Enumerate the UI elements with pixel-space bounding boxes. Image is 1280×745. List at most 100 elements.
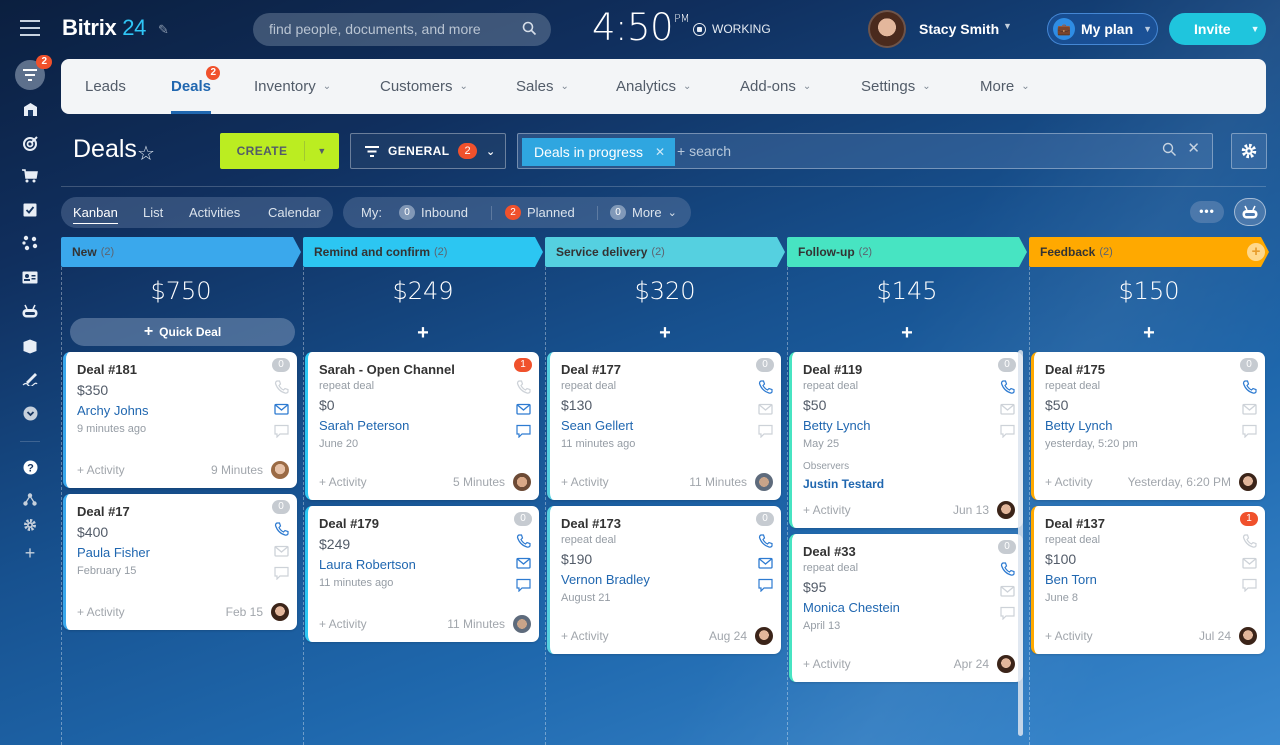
column-header[interactable]: Follow-up (2) xyxy=(787,237,1027,267)
deal-card[interactable]: Deal #175 0 repeat deal $50 Betty Lynch yeste… xyxy=(1031,352,1265,500)
rail-item-inventory[interactable] xyxy=(15,331,45,361)
deal-title[interactable]: Deal #177 xyxy=(561,362,621,377)
filter-search-input[interactable]: Deals in progress ✕ + search ✕ xyxy=(517,133,1213,169)
responsible-avatar[interactable] xyxy=(271,461,289,479)
pencil-icon[interactable]: ✎ xyxy=(158,22,169,38)
add-activity-link[interactable]: + Activity xyxy=(77,463,211,477)
my-plan-button[interactable]: 💼 My plan ▼ xyxy=(1047,13,1158,45)
responsible-avatar[interactable] xyxy=(997,501,1015,519)
responsible-avatar[interactable] xyxy=(755,627,773,645)
create-dropdown-icon[interactable]: ▼ xyxy=(305,146,339,156)
deal-card[interactable]: Sarah - Open Channel 1 repeat deal $0 Sarah … xyxy=(305,352,539,500)
add-activity-link[interactable]: + Activity xyxy=(319,617,447,631)
deal-card[interactable]: Deal #137 1 repeat deal $100 Ben Torn June 8 +… xyxy=(1031,506,1265,654)
deal-title[interactable]: Deal #179 xyxy=(319,516,379,531)
mail-icon[interactable] xyxy=(1242,556,1257,570)
add-activity-link[interactable]: + Activity xyxy=(77,605,226,619)
deal-client-link[interactable]: Vernon Bradley xyxy=(561,572,650,587)
view-kanban[interactable]: Kanban xyxy=(73,205,118,224)
deal-title[interactable]: Deal #175 xyxy=(1045,362,1105,377)
rail-item-crm[interactable]: 2 xyxy=(15,55,52,90)
logo[interactable]: Bitrix 24 xyxy=(62,15,146,41)
responsible-avatar[interactable] xyxy=(513,615,531,633)
add-deal-button[interactable]: + xyxy=(545,322,785,345)
rail-item-contacts[interactable] xyxy=(15,262,45,292)
mail-icon[interactable] xyxy=(1000,584,1015,598)
user-name[interactable]: Stacy Smith xyxy=(919,21,999,37)
counter-planned[interactable]: 2 Planned xyxy=(505,205,575,220)
rail-item-help[interactable]: ? xyxy=(15,452,45,482)
global-search-input[interactable]: find people, documents, and more xyxy=(253,13,551,46)
add-activity-link[interactable]: + Activity xyxy=(803,503,953,517)
deal-card[interactable]: Deal #173 0 repeat deal $190 Vernon Bradley A… xyxy=(547,506,781,654)
mail-icon[interactable] xyxy=(758,402,773,416)
view-activities[interactable]: Activities xyxy=(189,205,240,220)
deal-client-link[interactable]: Paula Fisher xyxy=(77,545,150,560)
chat-icon[interactable] xyxy=(516,578,531,592)
chat-icon[interactable] xyxy=(1242,578,1257,592)
mail-icon[interactable] xyxy=(1000,402,1015,416)
responsible-avatar[interactable] xyxy=(1239,627,1257,645)
deal-client-link[interactable]: Ben Torn xyxy=(1045,572,1100,587)
remove-filter-icon[interactable]: ✕ xyxy=(655,145,665,159)
column-header[interactable]: Remind and confirm (2) xyxy=(303,237,543,267)
add-activity-link[interactable]: + Activity xyxy=(319,475,453,489)
deal-title[interactable]: Deal #173 xyxy=(561,516,621,531)
tab-settings[interactable]: Settings ⌄ xyxy=(861,59,931,114)
tab-inventory[interactable]: Inventory ⌄ xyxy=(254,59,331,114)
settings-button[interactable] xyxy=(1231,133,1267,169)
mail-icon[interactable] xyxy=(516,556,531,570)
column-header[interactable]: Feedback (2) + xyxy=(1029,237,1269,267)
phone-icon[interactable] xyxy=(758,380,773,394)
add-activity-link[interactable]: + Activity xyxy=(1045,475,1128,489)
tab-sales[interactable]: Sales ⌄ xyxy=(516,59,569,114)
view-list[interactable]: List xyxy=(143,205,163,220)
hamburger-menu-icon[interactable] xyxy=(20,20,40,38)
rail-item-target[interactable] xyxy=(15,128,45,158)
deal-title[interactable]: Deal #181 xyxy=(77,362,137,377)
rail-item-settings[interactable] xyxy=(15,510,45,540)
deal-client-link[interactable]: Betty Lynch xyxy=(803,418,884,433)
tab-customers[interactable]: Customers ⌄ xyxy=(380,59,468,114)
clear-icon[interactable]: ✕ xyxy=(1187,141,1200,157)
deal-client-link[interactable]: Archy Johns xyxy=(77,403,149,418)
rail-item-tasks[interactable] xyxy=(15,195,45,225)
column-header[interactable]: Service delivery (2) xyxy=(545,237,785,267)
deal-card[interactable]: Deal #17 0 $400 Paula Fisher February 15 + Ac… xyxy=(63,494,297,630)
view-calendar[interactable]: Calendar xyxy=(268,205,321,220)
deal-title[interactable]: Deal #33 xyxy=(803,544,856,559)
chat-icon[interactable] xyxy=(516,424,531,438)
mail-icon[interactable] xyxy=(758,556,773,570)
deal-card[interactable]: Deal #177 0 repeat deal $130 Sean Gellert 11 … xyxy=(547,352,781,500)
phone-icon[interactable] xyxy=(516,380,531,394)
phone-icon[interactable] xyxy=(1000,562,1015,576)
chat-icon[interactable] xyxy=(1000,424,1015,438)
deal-title[interactable]: Deal #119 xyxy=(803,362,862,377)
add-activity-link[interactable]: + Activity xyxy=(1045,629,1199,643)
chat-icon[interactable] xyxy=(758,424,773,438)
general-filter-button[interactable]: GENERAL 2 ⌄ xyxy=(350,133,506,169)
create-button[interactable]: CREATE ▼ xyxy=(220,133,339,169)
add-deal-button[interactable]: + xyxy=(1029,322,1269,345)
column-scrollbar[interactable] xyxy=(1018,350,1023,736)
mail-icon[interactable] xyxy=(1242,402,1257,416)
phone-icon[interactable] xyxy=(1242,380,1257,394)
tab-deals[interactable]: Deals 2 xyxy=(171,59,221,114)
mail-icon[interactable] xyxy=(274,402,289,416)
automation-robot-button[interactable] xyxy=(1234,198,1266,226)
phone-icon[interactable] xyxy=(758,534,773,548)
add-activity-link[interactable]: + Activity xyxy=(561,475,689,489)
deal-title[interactable]: Sarah - Open Channel xyxy=(319,362,455,377)
filter-chip[interactable]: Deals in progress ✕ xyxy=(522,138,675,166)
rail-item-more[interactable] xyxy=(15,398,45,428)
responsible-avatar[interactable] xyxy=(755,473,773,491)
mail-icon[interactable] xyxy=(274,544,289,558)
counter-inbound[interactable]: 0 Inbound xyxy=(399,205,468,220)
responsible-avatar[interactable] xyxy=(1239,473,1257,491)
column-header[interactable]: New (2) xyxy=(61,237,301,267)
responsible-avatar[interactable] xyxy=(997,655,1015,673)
counter-more[interactable]: 0 More ⌄ xyxy=(610,205,677,220)
work-status[interactable]: WORKING xyxy=(693,22,771,36)
more-options-button[interactable]: ••• xyxy=(1190,201,1224,223)
user-avatar[interactable] xyxy=(868,10,906,48)
